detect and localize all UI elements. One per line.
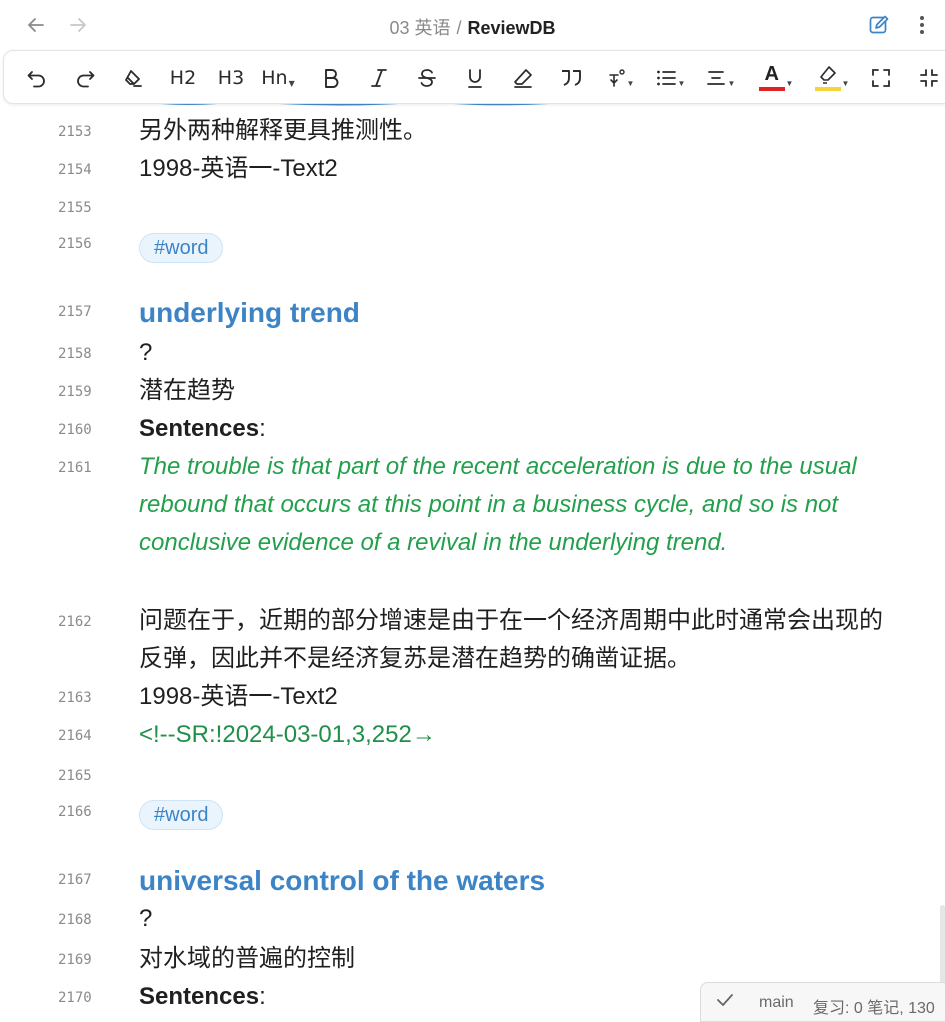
clear-format-icon[interactable] <box>118 63 148 93</box>
line-number: 2167 <box>58 872 92 888</box>
heading-text: universal control of the waters <box>139 865 546 896</box>
line-number: 2163 <box>58 690 92 706</box>
line-text: 对水域的普遍的控制 <box>139 945 355 972</box>
chevron-down-icon: ▼ <box>727 78 736 88</box>
breadcrumb-separator: / <box>456 18 462 38</box>
colon: : <box>259 983 266 1010</box>
fullscreen-icon[interactable] <box>866 63 896 93</box>
line-number: 2168 <box>58 912 92 928</box>
sentences-label: Sentences <box>139 415 260 442</box>
line-number: 2161 <box>58 460 92 476</box>
text-color-swatch <box>758 87 785 91</box>
line-number: 2170 <box>58 990 92 1006</box>
more-vertical-icon[interactable] <box>909 12 935 38</box>
line-number: 2166 <box>58 804 92 820</box>
align-icon[interactable]: ▼ <box>702 63 738 93</box>
line-text: 1998-英语一-Text2 <box>139 683 338 710</box>
text-color-letter: A <box>764 63 779 85</box>
italic-icon[interactable] <box>364 63 394 93</box>
ruby-icon[interactable]: ▼ <box>602 63 638 93</box>
line-number: 2159 <box>58 384 92 400</box>
heading-2-button[interactable]: H2 <box>166 63 200 93</box>
underline-icon[interactable] <box>460 63 490 93</box>
breadcrumb-current[interactable]: ReviewDB <box>468 18 556 38</box>
formatting-toolbar: H2 H3 Hn ▼ ▼ ▼ ▼ A ▼ ▼ <box>3 50 945 104</box>
review-status[interactable]: 复习: 0 笔记, 130 <box>813 994 935 1018</box>
line-number: 2155 <box>58 200 92 216</box>
chevron-down-icon: ▼ <box>288 78 295 88</box>
eraser-icon[interactable] <box>508 63 538 93</box>
line-number: 2158 <box>58 346 92 362</box>
colon: : <box>259 415 266 442</box>
line-text: 另外两种解释更具推测性。 <box>139 117 427 144</box>
sentence-english: The trouble is that part of the recent a… <box>139 453 857 556</box>
edit-icon[interactable] <box>866 12 892 38</box>
heading-3-button[interactable]: H3 <box>214 63 248 93</box>
redo-icon[interactable] <box>70 63 100 93</box>
title-bar: 03 英语 / ReviewDB <box>0 0 945 50</box>
sr-comment: <!--SR:!2024-03-01,3,252→ <box>139 721 436 748</box>
undo-icon[interactable] <box>22 63 52 93</box>
chevron-down-icon: ▼ <box>841 78 850 88</box>
heading-n-label: Hn <box>261 67 288 89</box>
heading-text: underlying trend <box>139 297 360 328</box>
line-text: ? <box>139 905 153 932</box>
chevron-down-icon: ▼ <box>677 78 686 88</box>
line-number: 2160 <box>58 422 92 438</box>
line-number: 2154 <box>58 162 92 178</box>
highlight-color-swatch <box>814 87 841 91</box>
strikethrough-icon[interactable] <box>412 63 442 93</box>
clipped-line <box>139 104 569 106</box>
git-branch[interactable]: main <box>759 994 794 1012</box>
editor-content[interactable]: 2153 另外两种解释更具推测性。 2154 1998-英语一-Text2 21… <box>0 104 945 1011</box>
line-number: 2162 <box>58 614 92 630</box>
chevron-down-icon: ▼ <box>626 78 635 88</box>
line-text: Sentences: <box>139 410 899 448</box>
collapse-icon[interactable] <box>914 63 944 93</box>
sentences-label: Sentences <box>139 983 260 1010</box>
line-number: 2165 <box>58 768 92 784</box>
tag-word[interactable]: #word <box>139 800 224 830</box>
line-number: 2169 <box>58 952 92 968</box>
line-number: 2157 <box>58 304 92 320</box>
sentence-chinese: 问题在于，近期的部分增速是由于在一个经济周期中此时通常会出现的反弹，因此并不是经… <box>139 607 883 672</box>
quote-icon[interactable] <box>556 63 586 93</box>
line-text: 潜在趋势 <box>139 377 235 404</box>
list-icon[interactable]: ▼ <box>652 63 688 93</box>
heading-2-label: H2 <box>169 67 197 89</box>
line-number: 2153 <box>58 124 92 140</box>
text-color-icon[interactable]: A ▼ <box>754 63 798 93</box>
line-number: 2156 <box>58 236 92 252</box>
line-text: 1998-英语一-Text2 <box>139 155 338 182</box>
breadcrumb: 03 英语 / ReviewDB <box>0 14 945 40</box>
scrollbar-thumb[interactable] <box>940 905 945 985</box>
line-text: ? <box>139 339 153 366</box>
tag-word[interactable]: #word <box>139 233 224 263</box>
heading-n-button[interactable]: Hn ▼ <box>258 63 298 93</box>
breadcrumb-parent[interactable]: 03 英语 <box>389 18 450 38</box>
chevron-down-icon: ▼ <box>785 78 794 88</box>
bold-icon[interactable] <box>316 63 346 93</box>
highlight-icon[interactable]: ▼ <box>810 63 854 93</box>
status-bar: main 复习: 0 笔记, 130 <box>700 982 945 1022</box>
line-number: 2164 <box>58 728 92 744</box>
heading-3-label: H3 <box>217 67 245 89</box>
